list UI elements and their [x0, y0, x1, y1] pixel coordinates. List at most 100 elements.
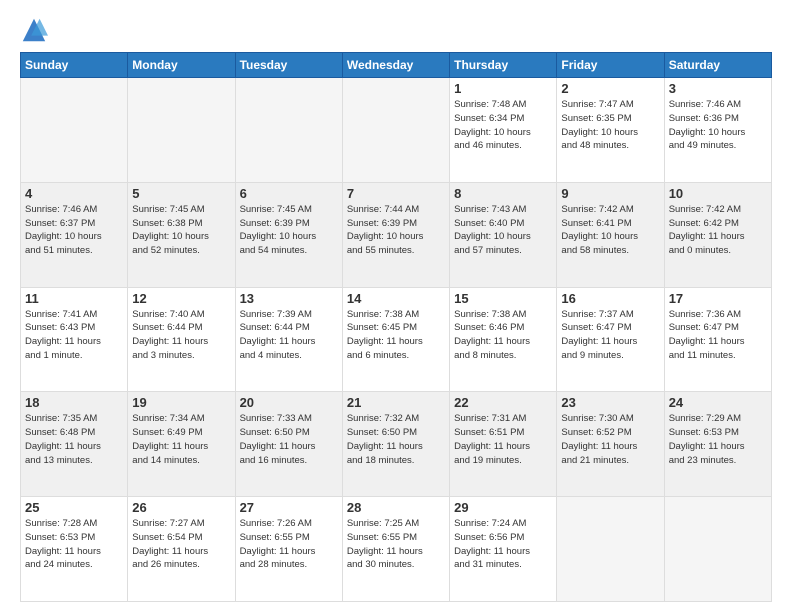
calendar-cell: 11 Sunrise: 7:41 AM Sunset: 6:43 PM Dayli…: [21, 287, 128, 392]
calendar-cell: 3 Sunrise: 7:46 AM Sunset: 6:36 PM Daylig…: [664, 78, 771, 183]
day-number: 28: [347, 500, 445, 515]
day-info: Sunrise: 7:28 AM Sunset: 6:53 PM Dayligh…: [25, 517, 123, 572]
day-number: 10: [669, 186, 767, 201]
day-number: 7: [347, 186, 445, 201]
calendar-cell: 16Sunrise: 7:37 AM Sunset: 6:47 PM Dayli…: [557, 287, 664, 392]
day-info: Sunrise: 7:32 AM Sunset: 6:50 PM Dayligh…: [347, 412, 445, 467]
week-row-4: 18 Sunrise: 7:35 AM Sunset: 6:48 PM Dayli…: [21, 392, 772, 497]
day-info: Sunrise: 7:37 AM Sunset: 6:47 PM Dayligh…: [561, 308, 659, 363]
weekday-header-wednesday: Wednesday: [342, 53, 449, 78]
weekday-header-sunday: Sunday: [21, 53, 128, 78]
calendar-cell: 27 Sunrise: 7:26 AM Sunset: 6:55 PM Dayli…: [235, 497, 342, 602]
calendar-cell: [342, 78, 449, 183]
day-info: Sunrise: 7:27 AM Sunset: 6:54 PM Dayligh…: [132, 517, 230, 572]
day-number: 2: [561, 81, 659, 96]
day-info: Sunrise: 7:36 AM Sunset: 6:47 PM Dayligh…: [669, 308, 767, 363]
day-number: 4: [25, 186, 123, 201]
day-number: 17: [669, 291, 767, 306]
day-number: 14: [347, 291, 445, 306]
week-row-1: 1 Sunrise: 7:48 AM Sunset: 6:34 PM Daylig…: [21, 78, 772, 183]
day-info: Sunrise: 7:42 AM Sunset: 6:42 PM Dayligh…: [669, 203, 767, 258]
day-info: Sunrise: 7:39 AM Sunset: 6:44 PM Dayligh…: [240, 308, 338, 363]
calendar-cell: 26 Sunrise: 7:27 AM Sunset: 6:54 PM Dayli…: [128, 497, 235, 602]
calendar-cell: 17 Sunrise: 7:36 AM Sunset: 6:47 PM Dayli…: [664, 287, 771, 392]
calendar-cell: 19 Sunrise: 7:34 AM Sunset: 6:49 PM Dayli…: [128, 392, 235, 497]
day-info: Sunrise: 7:33 AM Sunset: 6:50 PM Dayligh…: [240, 412, 338, 467]
calendar-table: SundayMondayTuesdayWednesdayThursdayFrid…: [20, 52, 772, 602]
calendar-cell: 14 Sunrise: 7:38 AM Sunset: 6:45 PM Dayli…: [342, 287, 449, 392]
day-number: 15: [454, 291, 552, 306]
day-number: 6: [240, 186, 338, 201]
calendar-cell: 5 Sunrise: 7:45 AM Sunset: 6:38 PM Daylig…: [128, 182, 235, 287]
day-number: 9: [561, 186, 659, 201]
day-number: 20: [240, 395, 338, 410]
logo-icon: [20, 16, 48, 44]
day-number: 19: [132, 395, 230, 410]
day-info: Sunrise: 7:35 AM Sunset: 6:48 PM Dayligh…: [25, 412, 123, 467]
day-info: Sunrise: 7:38 AM Sunset: 6:46 PM Dayligh…: [454, 308, 552, 363]
calendar-cell: 22 Sunrise: 7:31 AM Sunset: 6:51 PM Dayli…: [450, 392, 557, 497]
day-info: Sunrise: 7:44 AM Sunset: 6:39 PM Dayligh…: [347, 203, 445, 258]
day-info: Sunrise: 7:24 AM Sunset: 6:56 PM Dayligh…: [454, 517, 552, 572]
weekday-header-friday: Friday: [557, 53, 664, 78]
calendar-cell: [128, 78, 235, 183]
calendar-cell: 10 Sunrise: 7:42 AM Sunset: 6:42 PM Dayli…: [664, 182, 771, 287]
day-info: Sunrise: 7:30 AM Sunset: 6:52 PM Dayligh…: [561, 412, 659, 467]
day-number: 29: [454, 500, 552, 515]
day-info: Sunrise: 7:43 AM Sunset: 6:40 PM Dayligh…: [454, 203, 552, 258]
calendar-cell: 23Sunrise: 7:30 AM Sunset: 6:52 PM Dayli…: [557, 392, 664, 497]
day-number: 25: [25, 500, 123, 515]
day-number: 26: [132, 500, 230, 515]
day-info: Sunrise: 7:38 AM Sunset: 6:45 PM Dayligh…: [347, 308, 445, 363]
week-row-2: 4 Sunrise: 7:46 AM Sunset: 6:37 PM Daylig…: [21, 182, 772, 287]
calendar-cell: 18 Sunrise: 7:35 AM Sunset: 6:48 PM Dayli…: [21, 392, 128, 497]
weekday-header-tuesday: Tuesday: [235, 53, 342, 78]
day-info: Sunrise: 7:46 AM Sunset: 6:36 PM Dayligh…: [669, 98, 767, 153]
calendar-cell: 8 Sunrise: 7:43 AM Sunset: 6:40 PM Daylig…: [450, 182, 557, 287]
calendar-cell: 21 Sunrise: 7:32 AM Sunset: 6:50 PM Dayli…: [342, 392, 449, 497]
calendar-cell: 25 Sunrise: 7:28 AM Sunset: 6:53 PM Dayli…: [21, 497, 128, 602]
day-info: Sunrise: 7:48 AM Sunset: 6:34 PM Dayligh…: [454, 98, 552, 153]
calendar-cell: 15 Sunrise: 7:38 AM Sunset: 6:46 PM Dayli…: [450, 287, 557, 392]
day-info: Sunrise: 7:40 AM Sunset: 6:44 PM Dayligh…: [132, 308, 230, 363]
calendar-cell: 20 Sunrise: 7:33 AM Sunset: 6:50 PM Dayli…: [235, 392, 342, 497]
calendar-cell: [664, 497, 771, 602]
day-number: 18: [25, 395, 123, 410]
day-number: 12: [132, 291, 230, 306]
calendar-cell: 6Sunrise: 7:45 AM Sunset: 6:39 PM Daylig…: [235, 182, 342, 287]
page: SundayMondayTuesdayWednesdayThursdayFrid…: [0, 0, 792, 612]
day-info: Sunrise: 7:26 AM Sunset: 6:55 PM Dayligh…: [240, 517, 338, 572]
header: [20, 16, 772, 44]
day-number: 21: [347, 395, 445, 410]
calendar-cell: 12 Sunrise: 7:40 AM Sunset: 6:44 PM Dayli…: [128, 287, 235, 392]
day-info: Sunrise: 7:31 AM Sunset: 6:51 PM Dayligh…: [454, 412, 552, 467]
day-number: 22: [454, 395, 552, 410]
week-row-3: 11 Sunrise: 7:41 AM Sunset: 6:43 PM Dayli…: [21, 287, 772, 392]
calendar-cell: 24 Sunrise: 7:29 AM Sunset: 6:53 PM Dayli…: [664, 392, 771, 497]
day-info: Sunrise: 7:34 AM Sunset: 6:49 PM Dayligh…: [132, 412, 230, 467]
day-number: 3: [669, 81, 767, 96]
calendar-cell: 28 Sunrise: 7:25 AM Sunset: 6:55 PM Dayli…: [342, 497, 449, 602]
day-info: Sunrise: 7:29 AM Sunset: 6:53 PM Dayligh…: [669, 412, 767, 467]
week-row-5: 25 Sunrise: 7:28 AM Sunset: 6:53 PM Dayli…: [21, 497, 772, 602]
calendar-cell: [557, 497, 664, 602]
calendar-cell: 7 Sunrise: 7:44 AM Sunset: 6:39 PM Daylig…: [342, 182, 449, 287]
day-info: Sunrise: 7:25 AM Sunset: 6:55 PM Dayligh…: [347, 517, 445, 572]
day-number: 11: [25, 291, 123, 306]
day-info: Sunrise: 7:41 AM Sunset: 6:43 PM Dayligh…: [25, 308, 123, 363]
day-number: 1: [454, 81, 552, 96]
day-info: Sunrise: 7:42 AM Sunset: 6:41 PM Dayligh…: [561, 203, 659, 258]
day-number: 5: [132, 186, 230, 201]
calendar-cell: 29 Sunrise: 7:24 AM Sunset: 6:56 PM Dayli…: [450, 497, 557, 602]
day-number: 8: [454, 186, 552, 201]
calendar-cell: [21, 78, 128, 183]
day-number: 13: [240, 291, 338, 306]
day-info: Sunrise: 7:45 AM Sunset: 6:38 PM Dayligh…: [132, 203, 230, 258]
weekday-header-thursday: Thursday: [450, 53, 557, 78]
day-info: Sunrise: 7:46 AM Sunset: 6:37 PM Dayligh…: [25, 203, 123, 258]
day-number: 27: [240, 500, 338, 515]
calendar-cell: 9 Sunrise: 7:42 AM Sunset: 6:41 PM Daylig…: [557, 182, 664, 287]
day-number: 24: [669, 395, 767, 410]
calendar-cell: 13 Sunrise: 7:39 AM Sunset: 6:44 PM Dayli…: [235, 287, 342, 392]
calendar-cell: [235, 78, 342, 183]
